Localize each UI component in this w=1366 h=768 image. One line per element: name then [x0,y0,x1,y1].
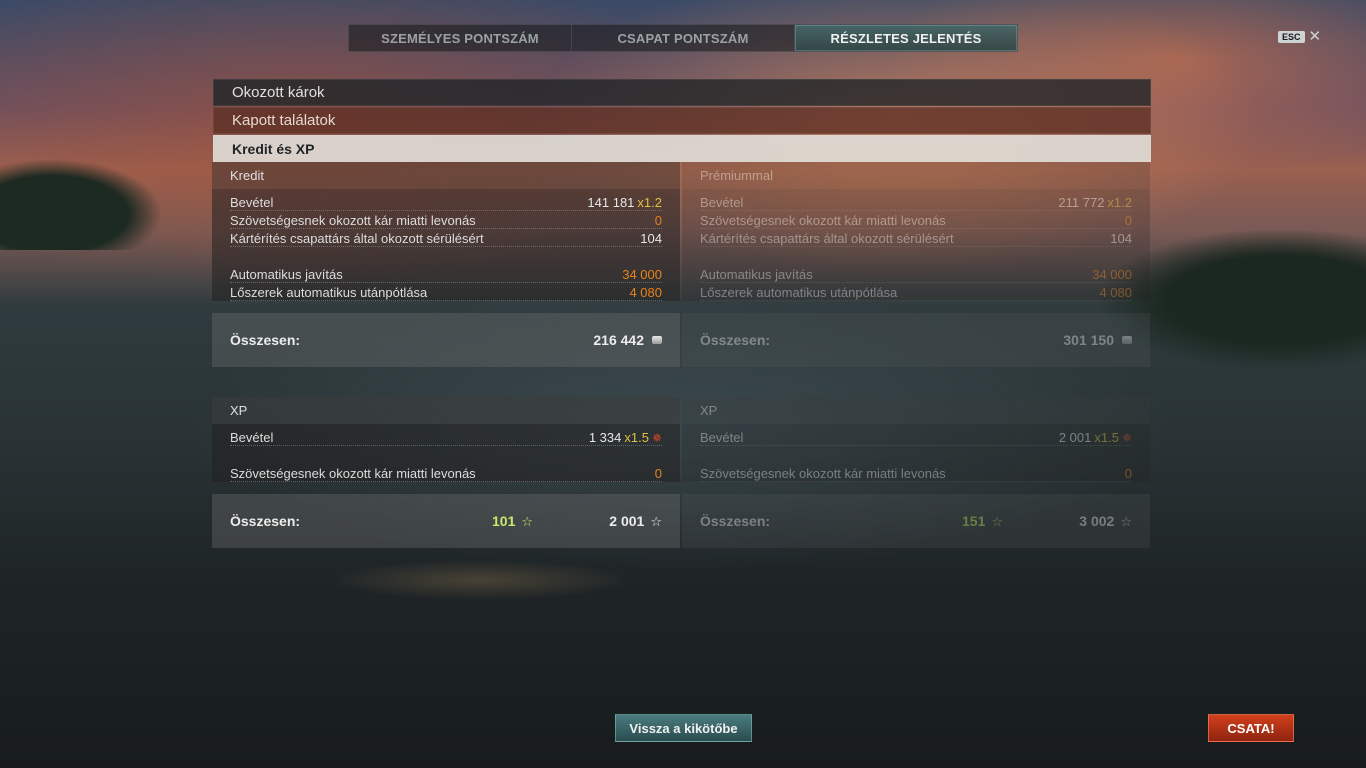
credit-total-value: 216 442 [593,332,644,348]
auto-ammo-value: 4 080 [1099,285,1132,300]
xp-base-value: 101 [492,513,516,529]
ally-penalty-value: 0 [654,213,662,228]
row-label: Bevétel [230,195,274,210]
star-icon: ☆ [1120,513,1132,529]
row-label: Lőszerek automatikus utánpótlása [700,285,898,300]
auto-repair-value: 34 000 [622,267,662,282]
premium-income-row: Bevétel 211 772 x1.2 [700,193,1132,211]
close-button[interactable]: ESC ✕ [1278,29,1321,44]
xp-base-value: 151 [962,513,986,529]
credit-panel: Kredit Bevétel 141 181 x1.2 Szövetségesn… [212,162,680,367]
tab-bar: SZEMÉLYES PONTSZÁM CSAPAT PONTSZÁM RÉSZL… [348,24,1018,52]
credit-rows: Bevétel 141 181 x1.2 Szövetségesnek okoz… [212,189,680,301]
credit-header: Kredit [212,162,680,189]
section-damage-dealt[interactable]: Okozott károk [213,79,1151,106]
xp-income-value: 2 001 [1058,430,1092,445]
compensation-value: 104 [1110,231,1132,246]
xp-premium-income-row: Bevétel 2 001 x1.5 ✵ [700,428,1132,446]
row-label: Automatikus javítás [700,267,813,282]
star-icon: ☆ [650,513,662,529]
row-label: Automatikus javítás [230,267,343,282]
xp-premium-panel: XP Bevétel 2 001 x1.5 ✵ Szövetségesnek o… [682,397,1150,548]
section-hits-received[interactable]: Kapott találatok [213,107,1151,134]
multiplier: x1.5 [1094,430,1119,445]
ally-penalty-value: 0 [1124,466,1132,481]
xp-income-value: 1 334 [588,430,622,445]
tab-detailed-report[interactable]: RÉSZLETES JELENTÉS [795,25,1017,51]
credits-icon [652,336,662,344]
close-icon: ✕ [1308,28,1322,45]
background-ship [330,560,630,600]
income-value: 141 181 [587,195,635,210]
premium-auto-ammo-row: Lőszerek automatikus utánpótlása 4 080 [700,283,1132,301]
premium-auto-repair-row: Automatikus javítás 34 000 [700,265,1132,283]
total-label: Összesen: [700,513,771,529]
esc-key-hint: ESC [1278,30,1305,43]
section-credits-xp[interactable]: Kredit és XP [213,135,1151,162]
row-label: Bevétel [230,430,274,445]
xp-panel: XP Bevétel 1 334 x1.5 ✵ Szövetségesnek o… [212,397,680,548]
premium-credit-total: Összesen: 301 150 [682,313,1150,367]
ally-penalty-value: 0 [654,466,662,481]
total-label: Összesen: [230,513,301,529]
xp-total: Összesen: 101 ☆ 2 001 ☆ [212,494,680,548]
xp-rows: Bevétel 1 334 x1.5 ✵ Szövetségesnek okoz… [212,424,680,482]
credit-total: Összesen: 216 442 [212,313,680,367]
ally-penalty-value: 0 [1124,213,1132,228]
premium-compensation-row: Kártérítés csapattárs által okozott sérü… [700,229,1132,247]
row-label: Bevétel [700,195,744,210]
income-value: 211 772 [1058,195,1105,210]
credit-income-row: Bevétel 141 181 x1.2 [230,193,662,211]
credit-ally-penalty-row: Szövetségesnek okozott kár miatti levoná… [230,211,662,229]
credit-auto-ammo-row: Lőszerek automatikus utánpótlása 4 080 [230,283,662,301]
row-label: Szövetségesnek okozott kár miatti levoná… [700,466,946,481]
total-label: Összesen: [700,332,771,348]
xp-total-value: 2 001 [609,513,645,529]
star-icon: ☆ [521,513,534,529]
back-to-port-button[interactable]: Vissza a kikötőbe [615,714,752,742]
premium-total-value: 301 150 [1063,332,1114,348]
xp-premium-rows: Bevétel 2 001 x1.5 ✵ Szövetségesnek okoz… [682,424,1150,482]
premium-header: Prémiummal [682,162,1150,189]
xp-total-value: 3 002 [1079,513,1115,529]
premium-ally-penalty-row: Szövetségesnek okozott kár miatti levoná… [700,211,1132,229]
row-label: Lőszerek automatikus utánpótlása [230,285,428,300]
xp-premium-total: Összesen: 151 ☆ 3 002 ☆ [682,494,1150,548]
xp-star-icon: ✵ [651,430,662,445]
auto-ammo-value: 4 080 [629,285,662,300]
credit-compensation-row: Kártérítés csapattárs által okozott sérü… [230,229,662,247]
row-label: Kártérítés csapattárs által okozott sérü… [700,231,954,246]
multiplier: x1.2 [637,195,662,210]
row-label: Szövetségesnek okozott kár miatti levoná… [230,466,476,481]
credits-icon [1122,336,1132,344]
row-label: Szövetségesnek okozott kár miatti levoná… [230,213,476,228]
battle-button[interactable]: CSATA! [1208,714,1294,742]
multiplier: x1.5 [624,430,649,445]
premium-rows: Bevétel 211 772 x1.2 Szövetségesnek okoz… [682,189,1150,301]
xp-premium-header: XP [682,397,1150,424]
tab-team-score[interactable]: CSAPAT PONTSZÁM [572,25,795,51]
row-label: Bevétel [700,430,744,445]
row-label: Szövetségesnek okozott kár miatti levoná… [700,213,946,228]
xp-header: XP [212,397,680,424]
total-label: Összesen: [230,332,301,348]
row-label: Kártérítés csapattárs által okozott sérü… [230,231,484,246]
xp-premium-ally-penalty-row: Szövetségesnek okozott kár miatti levoná… [700,464,1132,482]
xp-ally-penalty-row: Szövetségesnek okozott kár miatti levoná… [230,464,662,482]
auto-repair-value: 34 000 [1092,267,1132,282]
xp-income-row: Bevétel 1 334 x1.5 ✵ [230,428,662,446]
multiplier: x1.2 [1107,195,1132,210]
tab-personal-score[interactable]: SZEMÉLYES PONTSZÁM [349,25,572,51]
compensation-value: 104 [640,231,662,246]
xp-star-icon: ✵ [1121,430,1132,445]
credit-auto-repair-row: Automatikus javítás 34 000 [230,265,662,283]
background-island-left [0,160,160,250]
premium-credit-panel: Prémiummal Bevétel 211 772 x1.2 Szövetsé… [682,162,1150,367]
star-icon: ☆ [991,513,1004,529]
